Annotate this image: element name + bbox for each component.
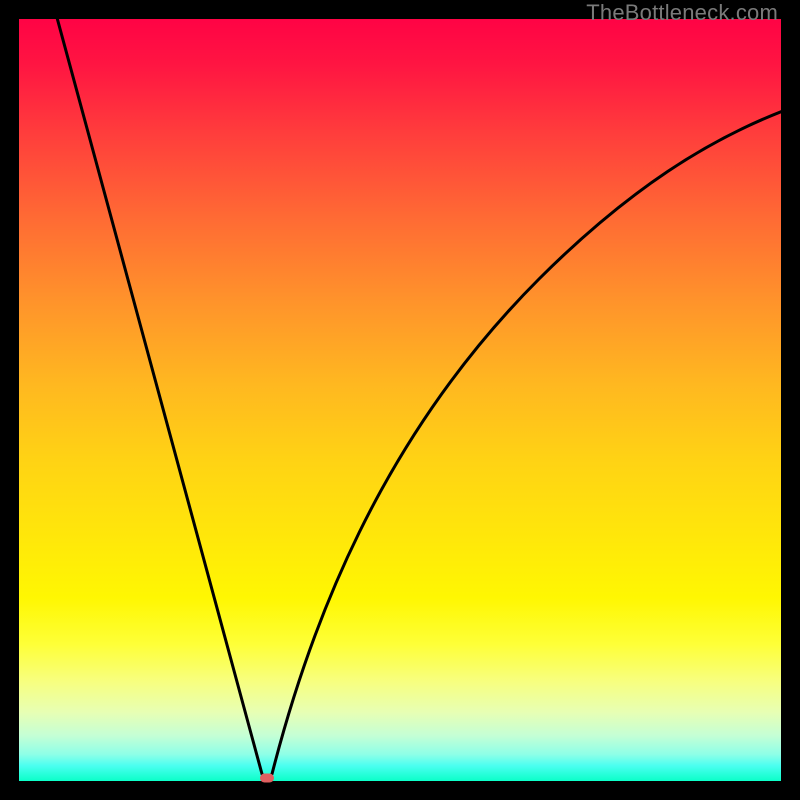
gradient-plot-area <box>19 19 781 781</box>
watermark-text: TheBottleneck.com <box>586 0 778 26</box>
